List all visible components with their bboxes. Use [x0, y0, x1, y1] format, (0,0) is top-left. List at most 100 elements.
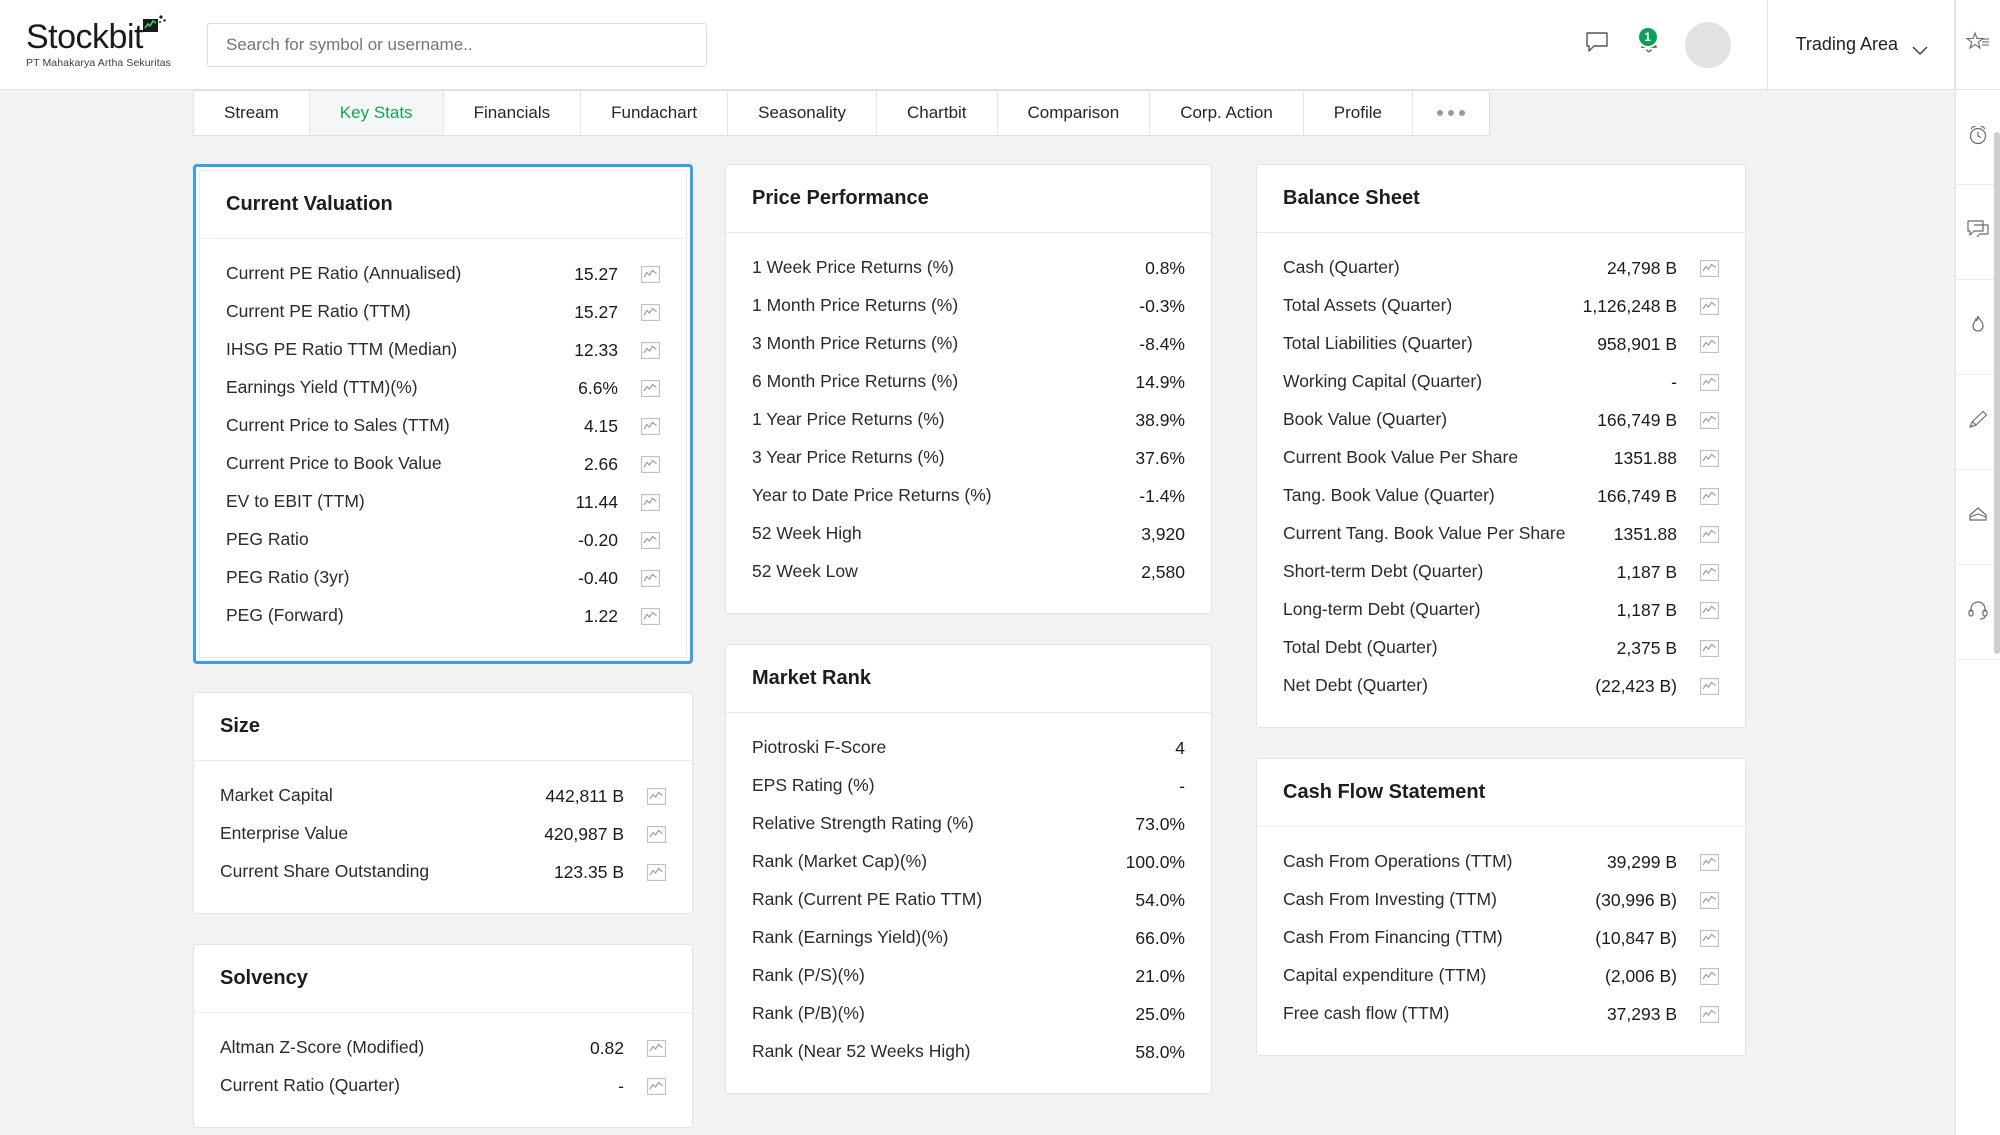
sparkline-icon[interactable] — [641, 531, 660, 549]
brand-logo[interactable]: Stockbit PT Mahakarya Artha Sekuritas — [0, 15, 200, 69]
card-current-valuation[interactable]: Current Valuation Current PE Ratio (Annu… — [193, 164, 693, 664]
card-solvency[interactable]: Solvency Altman Z-Score (Modified) 0.82 Cu… — [193, 944, 693, 1128]
sparkline-icon[interactable] — [1700, 563, 1719, 581]
sparkline-icon[interactable] — [1700, 853, 1719, 871]
sparkline-icon[interactable] — [641, 493, 660, 511]
stat-sparkline[interactable] — [1691, 449, 1719, 467]
stat-sparkline[interactable] — [1691, 563, 1719, 581]
card-cash-flow-statement[interactable]: Cash Flow Statement Cash From Operations… — [1256, 758, 1746, 1056]
stat-sparkline[interactable] — [1691, 411, 1719, 429]
stat-sparkline[interactable] — [632, 455, 660, 473]
stat-value: 58.0% — [1135, 1041, 1185, 1062]
search-box[interactable] — [207, 22, 707, 67]
sparkline-icon[interactable] — [647, 787, 666, 805]
stat-sparkline[interactable] — [1691, 1005, 1719, 1023]
stat-sparkline[interactable] — [632, 303, 660, 321]
sparkline-icon[interactable] — [641, 569, 660, 587]
notifications-button[interactable]: 1 — [1633, 25, 1665, 61]
tab-label: Corp. Action — [1180, 103, 1273, 122]
sparkline-icon[interactable] — [647, 825, 666, 843]
stat-sparkline[interactable] — [638, 1077, 666, 1095]
stat-sparkline[interactable] — [632, 379, 660, 397]
stat-sparkline[interactable] — [632, 265, 660, 283]
tab-key-stats[interactable]: Key Stats — [309, 91, 444, 135]
stat-label: Current Book Value Per Share — [1283, 447, 1519, 468]
card-balance-sheet[interactable]: Balance Sheet Cash (Quarter) 24,798 B Tota… — [1256, 164, 1746, 728]
sparkline-icon[interactable] — [1700, 891, 1719, 909]
sparkline-icon[interactable] — [1700, 373, 1719, 391]
stat-label: Book Value (Quarter) — [1283, 409, 1448, 430]
stat-sparkline[interactable] — [1691, 373, 1719, 391]
tab-stream[interactable]: Stream — [194, 91, 310, 135]
stat-sparkline[interactable] — [1691, 259, 1719, 277]
sparkline-icon[interactable] — [1700, 525, 1719, 543]
sparkline-icon[interactable] — [1700, 929, 1719, 947]
sparkline-icon[interactable] — [647, 1039, 666, 1057]
tab-chartbit[interactable]: Chartbit — [877, 91, 998, 135]
stat-sparkline[interactable] — [638, 863, 666, 881]
stat-sparkline[interactable] — [632, 531, 660, 549]
sparkline-icon[interactable] — [641, 341, 660, 359]
sparkline-icon[interactable] — [641, 303, 660, 321]
sparkline-icon[interactable] — [1700, 601, 1719, 619]
stat-sparkline[interactable] — [632, 341, 660, 359]
stat-sparkline[interactable] — [632, 569, 660, 587]
sparkline-icon[interactable] — [641, 607, 660, 625]
stat-sparkline[interactable] — [1691, 639, 1719, 657]
sparkline-icon[interactable] — [1700, 449, 1719, 467]
search-input[interactable] — [207, 22, 707, 67]
stat-sparkline[interactable] — [638, 787, 666, 805]
stat-sparkline[interactable] — [1691, 929, 1719, 947]
tab-corp-action[interactable]: Corp. Action — [1150, 91, 1304, 135]
tab-fundachart[interactable]: Fundachart — [581, 91, 729, 135]
sparkline-icon[interactable] — [1700, 297, 1719, 315]
sparkline-icon[interactable] — [641, 265, 660, 283]
page-scrollbar-thumb[interactable] — [1994, 132, 2000, 654]
card-body: Market Capital 442,811 B Enterprise Value 4… — [194, 761, 692, 913]
sparkline-icon[interactable] — [1700, 677, 1719, 695]
trading-area-dropdown[interactable]: Trading Area — [1766, 0, 1955, 89]
stat-sparkline[interactable] — [638, 825, 666, 843]
sparkline-icon[interactable] — [1700, 967, 1719, 985]
tab-seasonality[interactable]: Seasonality — [728, 91, 877, 135]
sparkline-icon[interactable] — [647, 1077, 666, 1095]
stat-row: Tang. Book Value (Quarter) 166,749 B — [1283, 477, 1719, 515]
stat-sparkline[interactable] — [1691, 601, 1719, 619]
messages-button[interactable] — [1581, 29, 1613, 61]
rail-item-watchlist[interactable] — [1956, 0, 2000, 90]
sparkline-icon[interactable] — [1700, 411, 1719, 429]
sparkline-icon[interactable] — [641, 417, 660, 435]
stat-sparkline[interactable] — [1691, 853, 1719, 871]
stat-sparkline[interactable] — [632, 493, 660, 511]
stat-sparkline[interactable] — [638, 1039, 666, 1057]
avatar[interactable] — [1684, 21, 1731, 68]
tab-comparison[interactable]: Comparison — [998, 91, 1151, 135]
stat-sparkline[interactable] — [1691, 297, 1719, 315]
card-size[interactable]: Size Market Capital 442,811 B Enterprise V… — [193, 692, 693, 914]
stat-sparkline[interactable] — [1691, 677, 1719, 695]
tab-more-button[interactable] — [1413, 91, 1489, 135]
tab-profile[interactable]: Profile — [1304, 91, 1413, 135]
sparkline-icon[interactable] — [641, 379, 660, 397]
sparkline-icon[interactable] — [641, 455, 660, 473]
stat-label: Rank (P/B)(%) — [752, 1003, 865, 1024]
chevron-down-icon — [1912, 40, 1928, 56]
stat-label: Piotroski F-Score — [752, 737, 887, 758]
sparkline-icon[interactable] — [1700, 639, 1719, 657]
sparkline-icon[interactable] — [1700, 335, 1719, 353]
sparkline-icon[interactable] — [1700, 487, 1719, 505]
stat-sparkline[interactable] — [1691, 891, 1719, 909]
sparkline-icon[interactable] — [1700, 1005, 1719, 1023]
stat-sparkline[interactable] — [632, 607, 660, 625]
sparkline-icon[interactable] — [647, 863, 666, 881]
stat-sparkline[interactable] — [1691, 967, 1719, 985]
brand-subtitle: PT Mahakarya Artha Sekuritas — [26, 57, 172, 69]
sparkline-icon[interactable] — [1700, 259, 1719, 277]
tab-financials[interactable]: Financials — [444, 91, 582, 135]
stat-sparkline[interactable] — [1691, 525, 1719, 543]
card-market-rank[interactable]: Market Rank Piotroski F-Score 4 EPS Rating… — [725, 644, 1212, 1094]
card-price-performance[interactable]: Price Performance 1 Week Price Returns (… — [725, 164, 1212, 614]
stat-sparkline[interactable] — [1691, 487, 1719, 505]
stat-sparkline[interactable] — [632, 417, 660, 435]
stat-sparkline[interactable] — [1691, 335, 1719, 353]
